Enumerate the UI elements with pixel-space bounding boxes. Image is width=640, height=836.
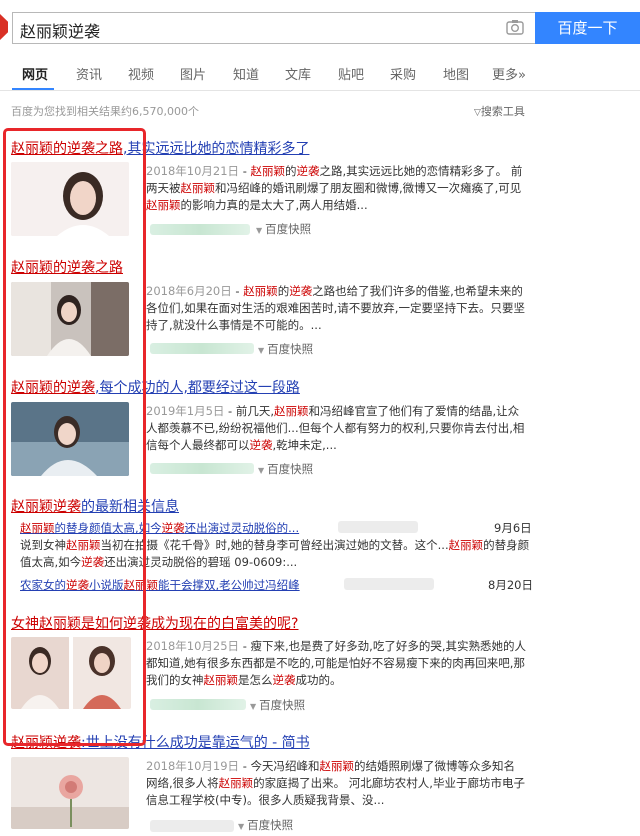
result-date: 2019年1月5日 — [146, 404, 225, 418]
result-date: 2018年10月19日 — [146, 759, 240, 773]
chevron-down-icon: ▼ — [258, 466, 265, 475]
result-count: 百度为您找到相关结果约6,570,000个 — [11, 105, 199, 118]
result-snippet: 2018年10月21日 - 赵丽颖的逆袭之路,其实远远比她的恋情精彩多了。 前两… — [146, 163, 526, 215]
news-source — [338, 521, 418, 533]
flower-image-icon — [11, 757, 129, 829]
result-url[interactable] — [150, 463, 254, 474]
result-url[interactable] — [150, 699, 246, 710]
chevron-down-icon: ▼ — [258, 346, 265, 355]
kuaizhao-label: 百度快照 — [247, 818, 294, 832]
kuaizhao-link[interactable]: ▼ 百度快照 — [258, 341, 313, 357]
tab-video[interactable]: 视频 — [128, 64, 154, 83]
kuaizhao-label: 百度快照 — [267, 342, 314, 356]
chevron-down-icon: ▼ — [256, 226, 263, 235]
tab-more[interactable]: 更多» — [492, 64, 526, 83]
result-snippet: 2019年1月5日 - 前几天,赵丽颖和冯绍峰官宣了他们有了爱情的结晶,让众人都… — [146, 403, 526, 455]
result-snippet: 2018年6月20日 - 赵丽颖的逆袭之路也给了我们许多的借鉴,也希望未来的各位… — [146, 283, 526, 335]
result-url[interactable] — [150, 820, 234, 832]
search-query[interactable]: 赵丽颖逆袭 — [20, 18, 100, 42]
divider — [0, 90, 640, 91]
result-url[interactable] — [150, 224, 250, 235]
vertical-tabs: 网页 资讯 视频 图片 知道 文库 贴吧 采购 地图 更多» — [0, 60, 640, 90]
kuaizhao-link[interactable]: ▼ 百度快照 — [238, 817, 293, 833]
tab-wenku[interactable]: 文库 — [285, 64, 311, 83]
result-date: 2018年10月21日 — [146, 164, 240, 178]
kuaizhao-label: 百度快照 — [267, 462, 314, 476]
tab-map[interactable]: 地图 — [443, 64, 469, 83]
news-date: 9月6日 — [494, 521, 532, 535]
tab-zhidao[interactable]: 知道 — [233, 64, 259, 83]
news-source — [344, 578, 434, 590]
result-thumbnail[interactable] — [11, 757, 129, 829]
search-tools[interactable]: ▽搜索工具 — [474, 103, 525, 119]
news-date: 8月20日 — [488, 578, 533, 592]
kuaizhao-link[interactable]: ▼ 百度快照 — [256, 221, 311, 237]
tab-caigou[interactable]: 采购 — [390, 64, 416, 83]
result-date: 2018年6月20日 — [146, 284, 232, 298]
tab-news[interactable]: 资讯 — [76, 64, 102, 83]
search-button[interactable]: 百度一下 — [535, 12, 640, 44]
tab-images[interactable]: 图片 — [180, 64, 206, 83]
camera-icon[interactable] — [506, 19, 524, 35]
logo-fragment — [0, 14, 8, 40]
chevron-down-icon: ▼ — [238, 822, 245, 831]
kuaizhao-label: 百度快照 — [265, 222, 312, 236]
tab-web[interactable]: 网页 — [22, 64, 48, 83]
result-url[interactable] — [150, 343, 254, 354]
kuaizhao-label: 百度快照 — [259, 698, 306, 712]
result-date: 2018年10月25日 — [146, 639, 240, 653]
annotation-highlight-box — [3, 128, 146, 746]
kuaizhao-link[interactable]: ▼ 百度快照 — [250, 697, 305, 713]
result-snippet: 2018年10月25日 - 瘦下来,也是费了好多劲,吃了好多的哭,其实熟悉她的人… — [146, 638, 526, 690]
title-rest: ,其实远远比她的恋情精彩多了 — [123, 141, 310, 157]
search-tools-label: 搜索工具 — [480, 105, 525, 118]
filter-icon: ▽ — [474, 108, 481, 118]
kuaizhao-link[interactable]: ▼ 百度快照 — [258, 461, 313, 477]
tab-tieba[interactable]: 贴吧 — [338, 64, 364, 83]
result-snippet: 2018年10月19日 - 今天冯绍峰和赵丽颖的结婚照刷爆了微博等众多知名网络,… — [146, 758, 526, 810]
chevron-down-icon: ▼ — [250, 702, 257, 711]
